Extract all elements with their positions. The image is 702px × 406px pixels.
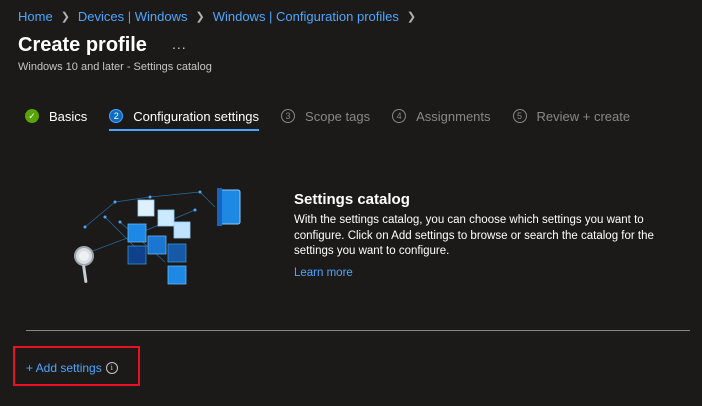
catalog-title: Settings catalog xyxy=(294,191,410,208)
breadcrumb-home[interactable]: Home xyxy=(18,9,53,24)
info-icon[interactable]: i xyxy=(105,362,118,374)
step-number: 5 xyxy=(512,109,527,123)
step-basics[interactable]: ✓ Basics xyxy=(25,105,87,127)
add-settings-label: + Add settings xyxy=(26,361,102,375)
step-number: 2 xyxy=(109,109,124,123)
step-number: 3 xyxy=(281,109,296,123)
breadcrumb-configuration-profiles[interactable]: Windows | Configuration profiles xyxy=(213,9,399,24)
breadcrumb: Home ❯ Devices | Windows ❯ Windows | Con… xyxy=(18,9,424,24)
catalog-description: With the settings catalog, you can choos… xyxy=(294,214,654,257)
add-settings-button[interactable]: + Add settings i xyxy=(26,361,118,375)
step-review-create[interactable]: 5 Review + create xyxy=(512,105,631,127)
divider xyxy=(26,330,690,331)
wizard-steps: ✓ Basics 2 Configuration settings 3 Scop… xyxy=(25,105,652,131)
page-title: Create profile xyxy=(18,34,147,56)
breadcrumb-devices-windows[interactable]: Devices | Windows xyxy=(78,9,188,24)
more-options-button[interactable]: ... xyxy=(172,36,187,52)
step-label: Review + create xyxy=(536,108,631,124)
step-label: Basics xyxy=(49,108,88,124)
step-label: Scope tags xyxy=(305,108,371,124)
step-label: Configuration settings xyxy=(133,108,260,124)
step-assignments[interactable]: 4 Assignments xyxy=(392,105,491,127)
step-label: Assignments xyxy=(416,108,491,124)
settings-catalog-illustration xyxy=(74,188,241,285)
step-configuration-settings[interactable]: 2 Configuration settings xyxy=(109,105,260,131)
chevron-right-icon: ❯ xyxy=(195,11,205,23)
page-subtitle: Windows 10 and later - Settings catalog xyxy=(18,61,212,73)
chevron-right-icon: ❯ xyxy=(60,11,70,23)
step-scope-tags[interactable]: 3 Scope tags xyxy=(281,105,370,127)
chevron-right-icon: ❯ xyxy=(406,11,417,23)
checkmark-icon: ✓ xyxy=(25,109,39,123)
step-number: 4 xyxy=(392,109,407,123)
learn-more-link[interactable]: Learn more xyxy=(294,267,353,279)
